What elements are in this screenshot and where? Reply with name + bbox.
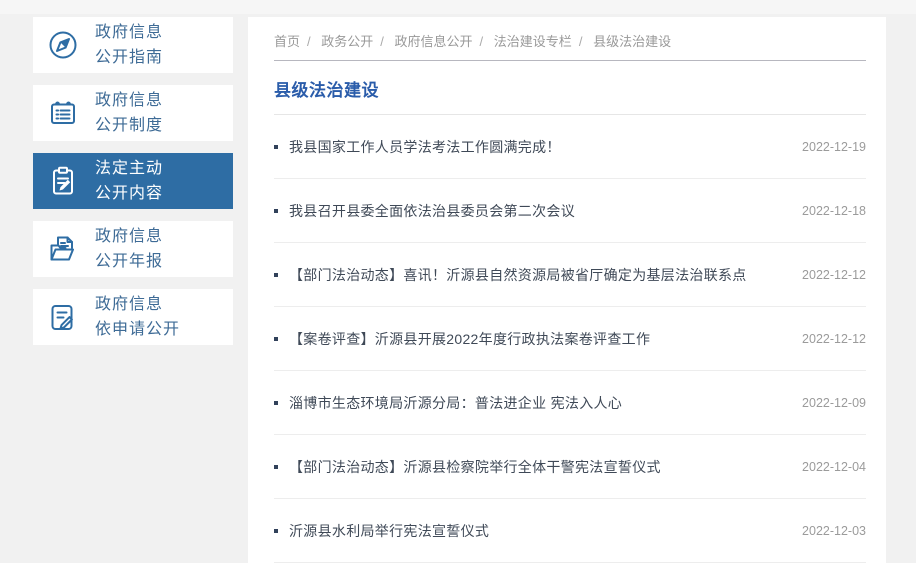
breadcrumb: 首页 / 政务公开 / 政府信息公开 / 法治建设专栏 / 县级法治建设/ xyxy=(274,17,866,50)
article-row: 【部门法治动态】喜讯！沂源县自然资源局被省厅确定为基层法治联系点 2022-12… xyxy=(274,243,866,307)
sidebar-item-label: 政府信息 公开年报 xyxy=(95,228,164,270)
article-date: 2022-12-03 xyxy=(802,523,866,538)
breadcrumb-item: 政府信息公开 / xyxy=(395,34,491,49)
top-background-band xyxy=(0,0,916,14)
document-pencil-icon xyxy=(51,305,73,330)
bullet-square-icon xyxy=(274,336,278,341)
breadcrumb-item: 县级法治建设/ xyxy=(593,34,671,49)
bullet-square-icon xyxy=(274,272,278,277)
article-list: 我县国家工作人员学法考法工作圆满完成！ 2022-12-19 我县召开县委全面依… xyxy=(274,115,866,563)
article-title-link[interactable]: 【案卷评查】沂源县开展2022年度行政执法案卷评查工作 xyxy=(289,329,784,349)
bullet-square-icon xyxy=(274,464,278,469)
breadcrumb-link[interactable]: 首页 xyxy=(274,34,300,49)
sidebar-item-label: 政府信息 公开制度 xyxy=(95,92,164,134)
breadcrumb-separator: / xyxy=(307,34,311,49)
article-row: 淄博市生态环境局沂源分局：普法进企业 宪法入人心 2022-12-09 xyxy=(274,371,866,435)
article-row: 我县召开县委全面依法治县委员会第二次会议 2022-12-18 xyxy=(274,179,866,243)
article-date: 2022-12-12 xyxy=(802,331,866,346)
article-date: 2022-12-04 xyxy=(802,459,866,474)
breadcrumb-item: 政务公开 / xyxy=(321,34,391,49)
article-date: 2022-12-19 xyxy=(802,139,866,154)
breadcrumb-divider xyxy=(274,60,866,61)
breadcrumb-link[interactable]: 政府信息公开 xyxy=(395,34,473,49)
article-row: 沂源县水利局举行宪法宣誓仪式 2022-12-03 xyxy=(274,499,866,563)
article-row: 【案卷评查】沂源县开展2022年度行政执法案卷评查工作 2022-12-12 xyxy=(274,307,866,371)
sidebar-item-label: 政府信息 公开指南 xyxy=(95,24,164,66)
article-title-link[interactable]: 沂源县水利局举行宪法宣誓仪式 xyxy=(289,521,784,541)
breadcrumb-item: 法治建设专栏 / xyxy=(494,34,590,49)
article-row: 我县国家工作人员学法考法工作圆满完成！ 2022-12-19 xyxy=(274,115,866,179)
sidebar-item-label: 政府信息 依申请公开 xyxy=(95,296,181,338)
sidebar-item-annual-report[interactable]: 政府信息 公开年报 xyxy=(33,221,233,277)
compass-icon xyxy=(49,31,77,59)
breadcrumb-link[interactable]: 政务公开 xyxy=(321,34,373,49)
article-date: 2022-12-18 xyxy=(802,203,866,218)
article-title-link[interactable]: 我县国家工作人员学法考法工作圆满完成！ xyxy=(289,137,784,157)
sidebar-item-disclosure-guide[interactable]: 政府信息 公开指南 xyxy=(33,17,233,73)
breadcrumb-link[interactable]: 县级法治建设 xyxy=(593,34,671,49)
sidebar-item-disclosure-system[interactable]: 政府信息 公开制度 xyxy=(33,85,233,141)
sidebar-item-disclosure-on-request[interactable]: 政府信息 依申请公开 xyxy=(33,289,233,345)
article-date: 2022-12-12 xyxy=(802,267,866,282)
article-title-link[interactable]: 淄博市生态环境局沂源分局：普法进企业 宪法入人心 xyxy=(289,393,784,413)
bullet-square-icon xyxy=(274,208,278,213)
page-title: 县级法治建设 xyxy=(274,81,379,100)
bullet-square-icon xyxy=(274,400,278,405)
bullet-square-icon xyxy=(274,144,278,149)
article-title-link[interactable]: 【部门法治动态】沂源县检察院举行全体干警宪法宣誓仪式 xyxy=(289,457,784,477)
breadcrumb-item: 首页 / xyxy=(274,34,318,49)
article-date: 2022-12-09 xyxy=(802,395,866,410)
folder-document-icon xyxy=(50,236,74,261)
bullet-square-icon xyxy=(274,528,278,533)
article-title-link[interactable]: 我县召开县委全面依法治县委员会第二次会议 xyxy=(289,201,784,221)
sidebar-item-label: 法定主动 公开内容 xyxy=(95,160,164,202)
breadcrumb-link[interactable]: 法治建设专栏 xyxy=(494,34,572,49)
breadcrumb-separator: / xyxy=(380,34,384,49)
ledger-icon xyxy=(51,101,75,124)
sidebar-item-statutory-disclosure[interactable]: 法定主动 公开内容 xyxy=(33,153,233,209)
article-row: 【部门法治动态】沂源县检察院举行全体干警宪法宣誓仪式 2022-12-04 xyxy=(274,435,866,499)
breadcrumb-separator: / xyxy=(578,34,583,49)
clipboard-pencil-icon xyxy=(53,166,73,195)
article-title-link[interactable]: 【部门法治动态】喜讯！沂源县自然资源局被省厅确定为基层法治联系点 xyxy=(289,265,784,285)
breadcrumb-separator: / xyxy=(479,34,484,49)
main-content-panel: 首页 / 政务公开 / 政府信息公开 / 法治建设专栏 / 县级法治建设/ 县级法治建设… xyxy=(248,17,886,563)
sidebar-nav: 政府信息 公开指南 政府信息 公开制度 法定主动 公开内容 政府信息 公开年报 … xyxy=(33,17,233,357)
